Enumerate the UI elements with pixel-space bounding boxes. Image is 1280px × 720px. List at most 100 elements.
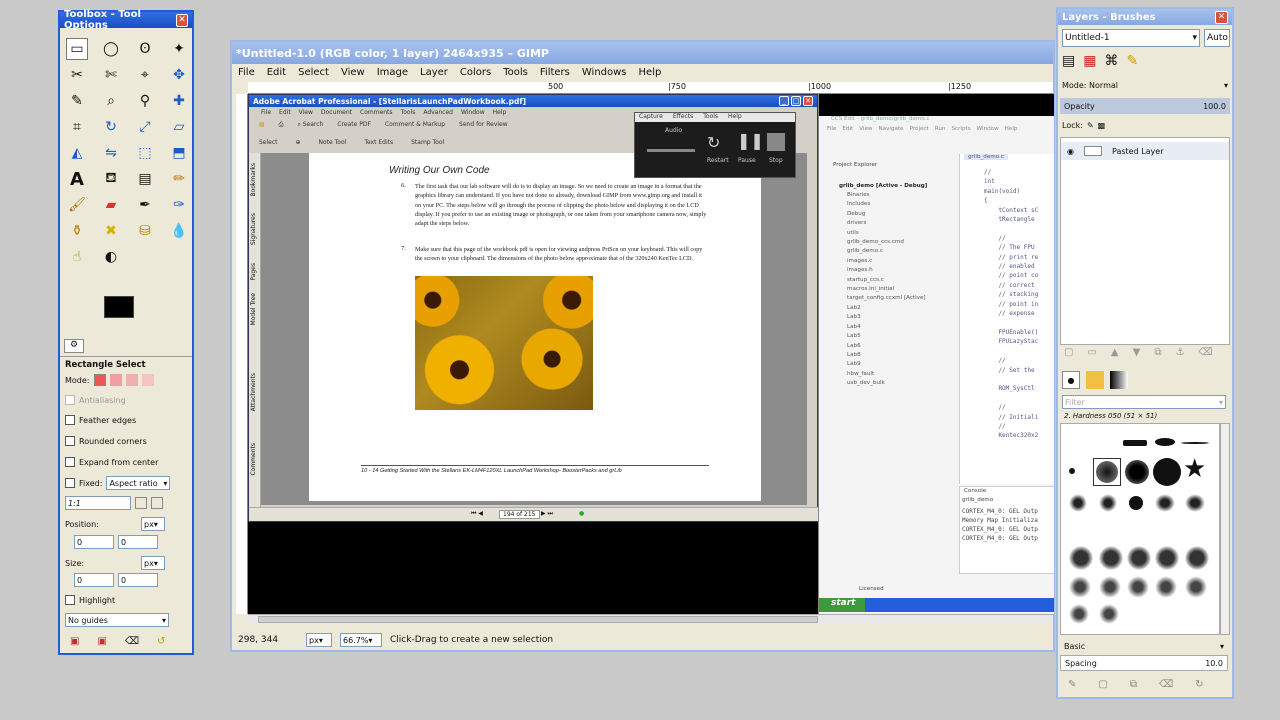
brush-item[interactable] <box>1155 438 1175 446</box>
dodge-icon[interactable]: ◐ <box>100 246 122 268</box>
highlight-row[interactable]: Highlight <box>65 595 115 605</box>
brush-item[interactable] <box>1069 604 1089 624</box>
menu-filters[interactable]: Filters <box>540 67 570 78</box>
measure-icon[interactable]: ⚲ <box>134 90 156 112</box>
menu-help[interactable]: Help <box>639 67 662 78</box>
spacing-slider[interactable]: Spacing 10.0 <box>1060 655 1228 671</box>
menu-windows[interactable]: Windows <box>582 67 627 78</box>
lasso-icon[interactable]: ʘ <box>134 38 156 60</box>
restore-icon[interactable]: ▣ <box>97 636 106 647</box>
ink-icon[interactable]: ✑ <box>168 194 190 216</box>
brush-item[interactable] <box>1185 494 1205 512</box>
size-unit-select[interactable]: px ▾ <box>141 556 165 570</box>
anchor-icon[interactable]: ⚓ <box>1175 347 1184 358</box>
duplicate-brush-icon[interactable]: ⧉ <box>1130 679 1137 690</box>
patterns-tab-icon[interactable] <box>1086 371 1104 389</box>
preset-select[interactable]: Basic ▾ <box>1062 639 1226 653</box>
horizontal-scrollbar[interactable] <box>248 614 1053 624</box>
brush-item[interactable] <box>1155 576 1177 598</box>
brush-item[interactable] <box>1155 546 1179 570</box>
picker-icon[interactable]: ✎ <box>66 90 88 112</box>
brush-item[interactable] <box>1153 458 1181 486</box>
menu-tools[interactable]: Tools <box>503 67 528 78</box>
new-brush-icon[interactable]: ▢ <box>1098 679 1107 690</box>
new-layer-icon[interactable]: ▢ <box>1064 347 1073 358</box>
brush-filter-input[interactable]: Filter ▾ <box>1062 395 1226 409</box>
brush-item[interactable] <box>1099 604 1119 624</box>
fg-color-swatch[interactable] <box>104 296 134 318</box>
brush-item[interactable] <box>1099 576 1121 598</box>
lower-icon[interactable]: ▼ <box>1133 347 1141 358</box>
feather-row[interactable]: Feather edges <box>65 415 136 425</box>
brush-item[interactable] <box>1123 440 1147 446</box>
portrait-icon[interactable] <box>135 497 147 509</box>
antialias-checkbox[interactable] <box>65 395 75 405</box>
delete-brush-icon[interactable]: ⌫ <box>1159 679 1173 690</box>
scissors-icon[interactable]: ✂ <box>66 64 88 86</box>
layer-row[interactable]: ◉ Pasted Layer <box>1061 142 1229 160</box>
undo-tab-icon[interactable]: ✎ <box>1126 53 1138 69</box>
expand-checkbox[interactable] <box>65 457 75 467</box>
reset-icon[interactable]: ↺ <box>157 636 165 647</box>
brush-item[interactable] <box>1155 494 1175 512</box>
scroll-thumb[interactable] <box>258 616 818 623</box>
brush-item[interactable] <box>1127 576 1149 598</box>
unit-select[interactable]: px ▾ <box>306 633 332 647</box>
clone-icon[interactable]: ⚱ <box>66 220 88 242</box>
close-icon[interactable]: ✕ <box>1215 10 1228 24</box>
opacity-slider[interactable]: Opacity 100.0 <box>1060 98 1230 114</box>
fixed-checkbox[interactable] <box>65 478 75 488</box>
star-brush-icon[interactable]: ★ <box>1183 456 1206 482</box>
menu-file[interactable]: File <box>238 67 255 78</box>
layers-titlebar[interactable]: Layers - Brushes ✕ <box>1058 9 1232 25</box>
bucket-icon[interactable]: ⛾ <box>100 168 122 190</box>
new-group-icon[interactable]: ▭ <box>1087 347 1096 358</box>
duplicate-icon[interactable]: ⧉ <box>1154 347 1161 358</box>
toolbox-titlebar[interactable]: Toolbox - Tool Options ✕ <box>60 9 192 31</box>
channels-tab-icon[interactable]: ▦ <box>1083 53 1096 69</box>
menu-edit[interactable]: Edit <box>267 67 286 78</box>
antialias-row[interactable]: Antialiasing <box>65 395 126 405</box>
highlight-checkbox[interactable] <box>65 595 75 605</box>
brush-item[interactable] <box>1099 494 1117 512</box>
eraser-icon[interactable]: ▰ <box>100 194 122 216</box>
align-icon[interactable]: ✚ <box>168 90 190 112</box>
wand-icon[interactable]: ✦ <box>168 38 190 60</box>
auto-button[interactable]: Auto <box>1204 29 1230 47</box>
brush-selected[interactable] <box>1093 458 1121 486</box>
brush-item[interactable] <box>1127 546 1151 570</box>
pencil-icon[interactable]: ✏ <box>168 168 190 190</box>
flip-icon[interactable]: ⇋ <box>100 142 122 164</box>
brush-item[interactable] <box>1129 496 1143 510</box>
zoom-select[interactable]: 66.7% ▾ <box>340 633 382 647</box>
ratio-input[interactable]: 1:1 <box>65 496 131 510</box>
position-unit-select[interactable]: px ▾ <box>141 517 165 531</box>
brush-icon[interactable]: 🖌 <box>66 194 88 216</box>
pos-y-input[interactable]: 0 <box>118 535 158 549</box>
save-preset-icon[interactable]: ▣ <box>70 636 79 647</box>
mode-subtract-icon[interactable] <box>125 374 138 386</box>
size-y-input[interactable]: 0 <box>118 573 158 587</box>
visibility-eye-icon[interactable]: ◉ <box>1067 147 1074 156</box>
brush-item[interactable] <box>1069 468 1075 474</box>
refresh-brush-icon[interactable]: ↻ <box>1195 679 1203 690</box>
ellipse-select-icon[interactable]: ◯ <box>100 38 122 60</box>
brush-scrollbar[interactable] <box>1220 423 1230 635</box>
smudge-icon[interactable]: ☝ <box>66 246 88 268</box>
rect-select-icon[interactable]: ▭ <box>66 38 88 60</box>
heal-icon[interactable]: ✖ <box>100 220 122 242</box>
zoom-icon[interactable]: ⌕ <box>100 90 122 112</box>
menu-select[interactable]: Select <box>298 67 329 78</box>
mode-add-icon[interactable] <box>109 374 122 386</box>
crop-icon[interactable]: ⌗ <box>66 116 88 138</box>
brush-item[interactable] <box>1185 576 1207 598</box>
brushes-tab-icon[interactable]: ● <box>1062 371 1080 389</box>
paths-icon[interactable]: ⌖ <box>134 64 156 86</box>
guides-select[interactable]: No guides ▾ <box>65 613 169 627</box>
gradient-icon[interactable]: ▤ <box>134 168 156 190</box>
move-icon[interactable]: ✥ <box>168 64 190 86</box>
rounded-checkbox[interactable] <box>65 436 75 446</box>
image-select[interactable]: Untitled-1 ▾ <box>1062 29 1200 47</box>
feather-checkbox[interactable] <box>65 415 75 425</box>
paths-tab-icon[interactable]: ⌘ <box>1104 53 1118 69</box>
